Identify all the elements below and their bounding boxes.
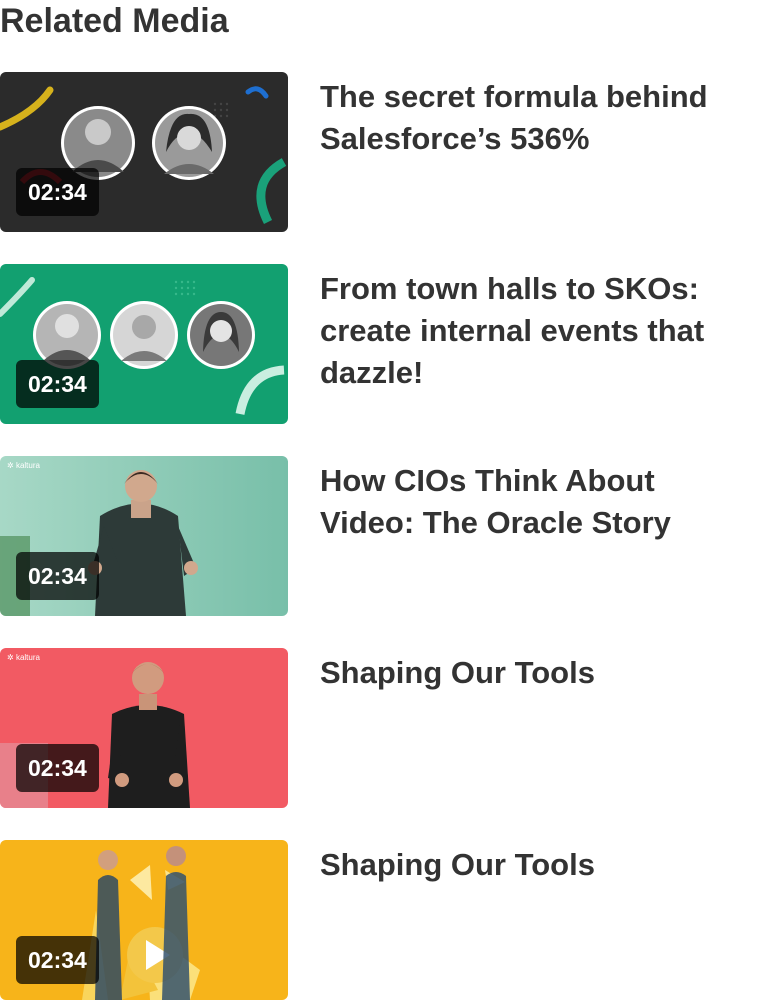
duration-badge: 02:34 [16, 744, 99, 792]
media-item[interactable]: 02:34 Shaping Our Tools [0, 840, 758, 1000]
media-thumbnail[interactable]: ✲ kaltura 02:34 [0, 648, 288, 808]
kaltura-logo: ✲ kaltura [7, 653, 40, 662]
media-title-link[interactable]: Shaping Our Tools [320, 844, 740, 886]
media-thumbnail[interactable]: 02:34 [0, 840, 288, 1000]
media-item[interactable]: ✲ kaltura 02:34 How CIOs Think About Vid… [0, 456, 758, 616]
media-item[interactable]: ✲ kaltura 02:34 Shaping Our Tools [0, 648, 758, 808]
kaltura-logo-icon: ✲ [7, 653, 14, 662]
kaltura-logo-icon: ✲ [7, 461, 14, 470]
media-title-link[interactable]: From town halls to SKOs: create internal… [320, 268, 740, 394]
media-thumbnail[interactable]: ✲ kaltura 02:34 [0, 456, 288, 616]
media-thumbnail[interactable]: 02:34 [0, 72, 288, 232]
media-item[interactable]: 02:34 From town halls to SKOs: create in… [0, 264, 758, 424]
duration-badge: 02:34 [16, 360, 99, 408]
duration-badge: 02:34 [16, 552, 99, 600]
duration-badge: 02:34 [16, 168, 99, 216]
media-title-link[interactable]: How CIOs Think About Video: The Oracle S… [320, 460, 740, 544]
kaltura-logo: ✲ kaltura [7, 461, 40, 470]
section-title: Related Media [0, 2, 229, 40]
media-title-link[interactable]: The secret formula behind Salesforce’s 5… [320, 76, 740, 160]
media-thumbnail[interactable]: 02:34 [0, 264, 288, 424]
duration-badge: 02:34 [16, 936, 99, 984]
media-title-link[interactable]: Shaping Our Tools [320, 652, 740, 694]
media-item[interactable]: 02:34 The secret formula behind Salesfor… [0, 72, 758, 232]
